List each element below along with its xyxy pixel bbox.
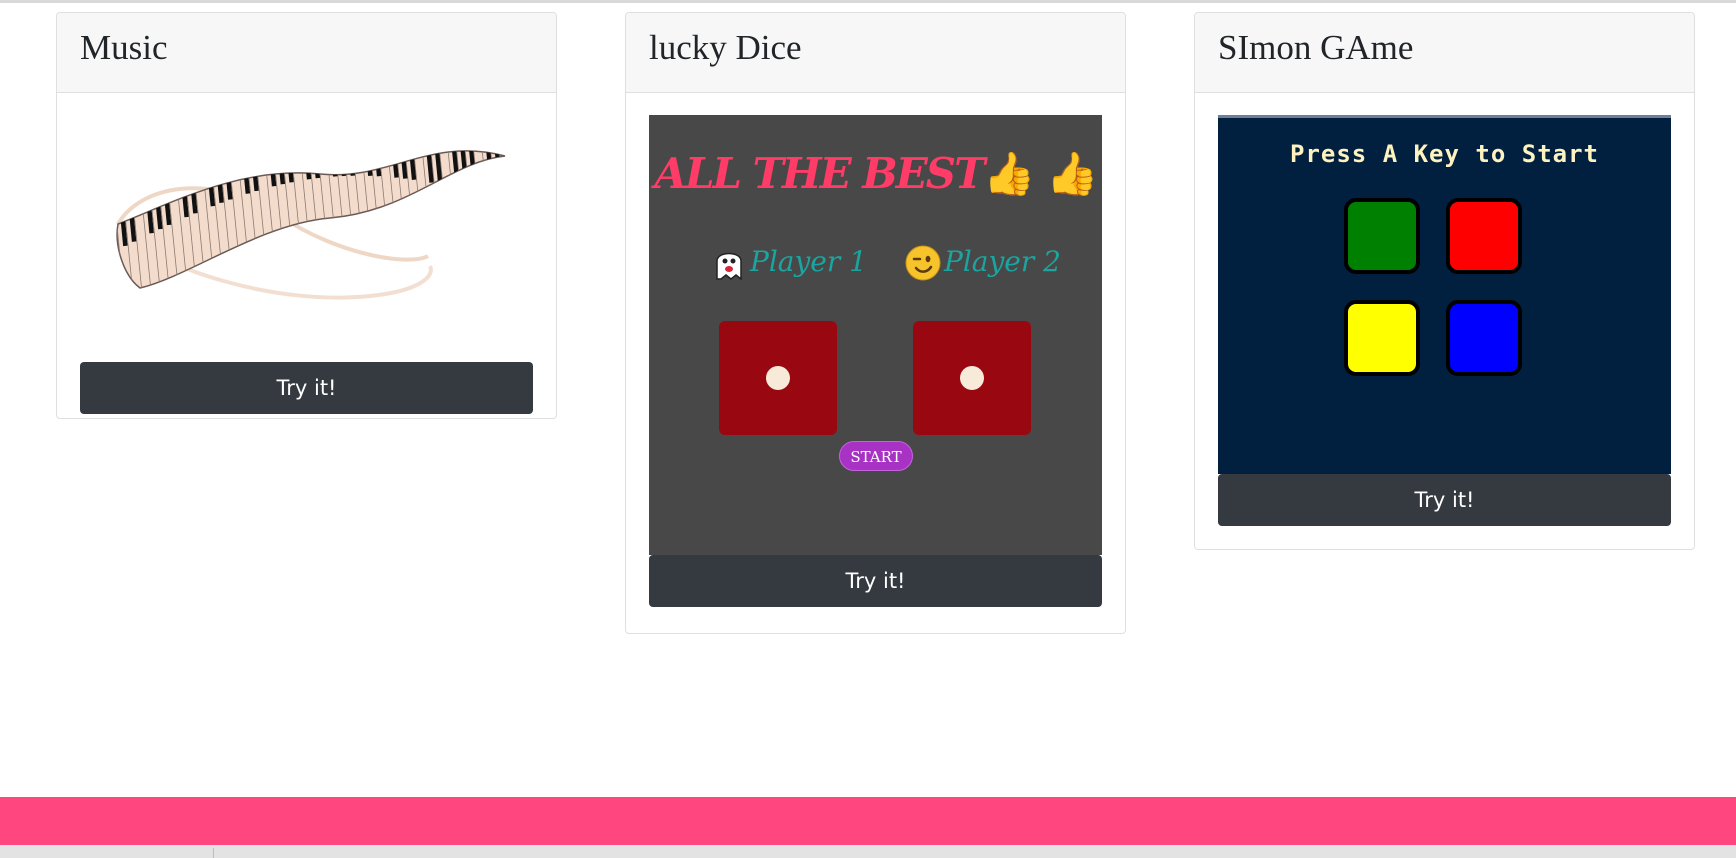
winking-face-icon xyxy=(905,245,941,281)
player-1-label: Player 1 xyxy=(750,245,867,278)
red-pad xyxy=(1446,198,1522,274)
piano-black-key xyxy=(363,150,373,177)
piano-black-key xyxy=(468,150,478,193)
simon-game-card: SImon GAme Press A Key to Start Try it! xyxy=(1194,12,1695,550)
dice-game-preview: ALL THE BEST👍 👍 Player 1 Player 2 START xyxy=(649,115,1102,555)
green-pad xyxy=(1344,198,1420,274)
window-top-border xyxy=(0,0,1736,3)
card-title: Music xyxy=(57,13,556,93)
piano-key-divider xyxy=(489,150,503,266)
player-1-die xyxy=(719,321,837,435)
player-2-die xyxy=(913,321,1031,435)
simon-game-preview: Press A Key to Start xyxy=(1218,115,1671,474)
piano-black-key xyxy=(459,150,469,191)
piano-black-key xyxy=(450,150,461,189)
die-pip xyxy=(766,366,790,390)
card-title: SImon GAme xyxy=(1195,13,1694,93)
music-card: Music Try it! xyxy=(56,12,557,419)
piano-key-divider xyxy=(437,150,451,254)
thumbs-up-icon: 👍 xyxy=(1033,149,1098,198)
simon-heading: Press A Key to Start xyxy=(1290,140,1599,168)
lucky-dice-card: lucky Dice ALL THE BEST👍 👍 Player 1 Play… xyxy=(625,12,1126,634)
footer-bar xyxy=(0,797,1736,845)
yellow-pad xyxy=(1344,300,1420,376)
taskbar xyxy=(0,845,1736,858)
try-it-button[interactable]: Try it! xyxy=(649,555,1102,607)
piano-keyboard-ribbon-icon xyxy=(80,116,533,344)
dice-heading: ALL THE BEST👍 👍 xyxy=(654,149,1098,198)
die-pip xyxy=(960,366,984,390)
thumbs-up-icon: 👍 xyxy=(983,149,1035,198)
piano-key-divider xyxy=(428,150,442,252)
player-2-label: Player 2 xyxy=(944,245,1061,278)
piano-black-key xyxy=(310,150,321,179)
try-it-button[interactable]: Try it! xyxy=(1218,474,1671,526)
try-it-button[interactable]: Try it! xyxy=(80,362,533,414)
piano-black-key xyxy=(301,150,312,180)
blue-pad xyxy=(1446,300,1522,376)
piano-key-divider xyxy=(481,150,494,264)
piano-black-key xyxy=(328,150,338,177)
piano-key-divider xyxy=(498,150,505,269)
card-title: lucky Dice xyxy=(626,13,1125,93)
piano-black-key xyxy=(336,150,347,177)
ghost-icon xyxy=(711,245,747,281)
piano-black-key xyxy=(345,150,356,176)
start-button: START xyxy=(839,441,913,471)
